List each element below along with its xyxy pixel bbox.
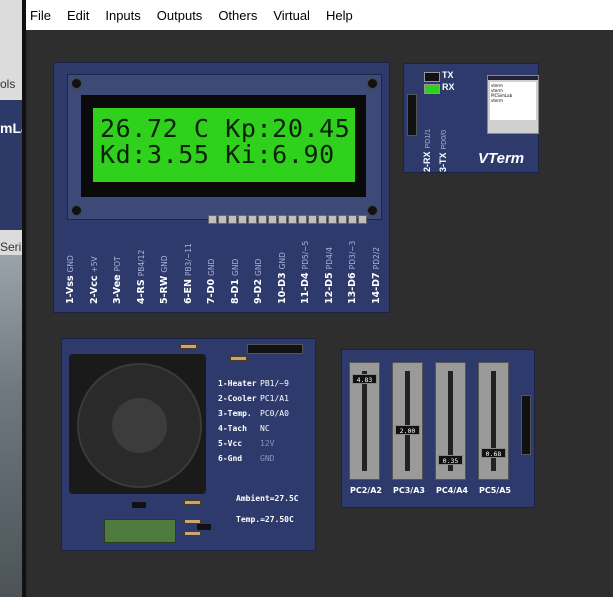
vterm-pin-rx: 2-RXPD1/1: [422, 129, 432, 172]
lcd-pin: [268, 215, 277, 224]
vterm-board[interactable]: TX RX 2-RXPD1/1 3-TXPD0/0 vterm vterm PI…: [403, 63, 539, 173]
lcd-pin: [338, 215, 347, 224]
resistor: [184, 531, 201, 536]
heater-legend-row: 2-Cooler PC1/A1: [218, 394, 289, 403]
lcd-line-1: 26.72 C Kp:20.45: [100, 114, 351, 143]
potentiometer-label: PC5/A5: [479, 486, 511, 495]
lcd-pin: [278, 215, 287, 224]
potentiometer-label: PC3/A3: [393, 486, 425, 495]
heater-legend-row: 4-Tach NC: [218, 424, 270, 433]
lcd-pin-header: [208, 215, 367, 225]
lcd-pin: [258, 215, 267, 224]
lcd-pin-label: 5-RWGND: [159, 255, 170, 304]
menu-outputs[interactable]: Outputs: [157, 8, 203, 23]
lcd-pin-label: 11-D4PD5/~5: [300, 240, 311, 304]
heater-legend-row: 1-Heater PB1/~9: [218, 379, 289, 388]
vterm-screen[interactable]: vterm vterm PICSimLab vterm: [487, 75, 539, 134]
lcd-pin: [208, 215, 217, 224]
lcd-pin: [318, 215, 327, 224]
menu-virtual[interactable]: Virtual: [273, 8, 310, 23]
heater-pin-header: [247, 344, 303, 354]
menu-help[interactable]: Help: [326, 8, 353, 23]
slider-knob-value[interactable]: 0.35: [438, 454, 463, 465]
lcd-pin-label: 8-D1GND: [229, 258, 241, 304]
temp-readout: Temp.=27.50C: [236, 515, 294, 524]
lcd-pin-label: 10-D3GND: [276, 252, 288, 304]
lcd-pin-label: 6-ENPB3/~11: [182, 243, 194, 304]
menu-edit[interactable]: Edit: [67, 8, 89, 23]
potentiometer-slider[interactable]: 0.68: [478, 362, 509, 480]
potentiometer-board[interactable]: 4.83 PC2/A2 2.00 PC3/A3 0.35 PC4/A4 0.68 PC5/A5: [341, 349, 535, 508]
lcd-bezel: 26.72 C Kp:20.45 Kd:3.55 Ki:6.90: [81, 95, 366, 197]
lcd-pin: [228, 215, 237, 224]
lcd-pin-label: 3-VeePOT: [112, 256, 123, 304]
lcd-pin-label: 14-D7PD2/2: [370, 246, 382, 304]
lcd-screen: 26.72 C Kp:20.45 Kd:3.55 Ki:6.90: [93, 108, 355, 182]
lcd-pin: [248, 215, 257, 224]
lcd-pin-label: 13-D6PD3/~3: [347, 240, 358, 304]
vterm-title: VTerm: [478, 150, 525, 167]
fan-hub: [112, 398, 167, 453]
lcd-pin-label: 4-RSPB4/12: [135, 249, 147, 304]
lcd-pin: [308, 215, 317, 224]
lcd-line-2: Kd:3.55 Ki:6.90: [100, 140, 335, 169]
pots-pin-header: [521, 395, 531, 455]
vterm-screen-text: vterm vterm PICSimLab vterm: [490, 82, 536, 120]
menubar: File Edit Inputs Outputs Others Virtual …: [26, 0, 613, 30]
potentiometer-label: PC2/A2: [350, 486, 382, 495]
transistor: [197, 524, 211, 530]
lcd-pin: [298, 215, 307, 224]
tx-label: TX: [442, 70, 454, 80]
background-window: ols mLa Seria: [0, 0, 26, 597]
lcd-pin-label: 7-D0GND: [206, 258, 217, 304]
lcd-pin: [218, 215, 227, 224]
resistor: [184, 500, 201, 505]
lcd-pin: [328, 215, 337, 224]
lcd-pin: [348, 215, 357, 224]
slider-knob-value[interactable]: 0.68: [481, 448, 506, 459]
potentiometer-slider[interactable]: 2.00: [392, 362, 423, 480]
menu-others[interactable]: Others: [218, 8, 257, 23]
lcd-pin-label: 12-D5PD4/4: [323, 246, 335, 304]
heater-legend-row: 6-Gnd GND: [218, 454, 275, 463]
slider-track: [362, 371, 367, 471]
lcd-pin: [358, 215, 367, 224]
lcd-pin-label: 2-Vcc+5V: [88, 256, 100, 304]
fan-blades: [77, 363, 202, 488]
heater-board[interactable]: 1-Heater PB1/~9 2-Cooler PC1/A1 3-Temp. PC0/A…: [61, 338, 316, 551]
potentiometer-slider[interactable]: 4.83: [349, 362, 380, 480]
menu-file[interactable]: File: [30, 8, 51, 23]
lcd-board[interactable]: 26.72 C Kp:20.45 Kd:3.55 Ki:6.90 1-VssGN…: [53, 62, 390, 313]
transistor: [132, 502, 146, 508]
lcd-pin: [238, 215, 247, 224]
rx-led: [424, 84, 440, 94]
potentiometer-slider[interactable]: 0.35: [435, 362, 466, 480]
tx-led: [424, 72, 440, 82]
resistor: [230, 356, 247, 361]
slider-track: [405, 371, 410, 471]
vterm-pin-header: [407, 94, 417, 136]
sensor-module: [104, 519, 176, 543]
fan: [69, 354, 206, 494]
lcd-pin: [288, 215, 297, 224]
slider-knob-value[interactable]: 4.83: [352, 373, 377, 384]
heater-legend-row: 3-Temp. PC0/A0: [218, 409, 289, 418]
vterm-pin-tx: 3-TXPD0/0: [438, 130, 448, 172]
ambient-readout: Ambient=27.5C: [236, 494, 299, 503]
background-window-text: ols: [0, 77, 16, 91]
slider-knob-value[interactable]: 2.00: [395, 425, 420, 435]
rx-label: RX: [442, 82, 455, 92]
lcd-pin-label: 1-VssGND: [65, 255, 76, 304]
heater-legend-row: 5-Vcc 12V: [218, 439, 275, 448]
potentiometer-label: PC4/A4: [436, 486, 468, 495]
lcd-module: 26.72 C Kp:20.45 Kd:3.55 Ki:6.90: [67, 74, 382, 224]
lcd-pin-label: 9-D2GND: [253, 258, 264, 304]
lcd-pin-labels: 1-VssGND 2-Vcc+5V 3-VeePOT 4-RSPB4/12 5-RWGN…: [60, 233, 382, 308]
resistor: [180, 344, 197, 349]
menu-inputs[interactable]: Inputs: [105, 8, 140, 23]
